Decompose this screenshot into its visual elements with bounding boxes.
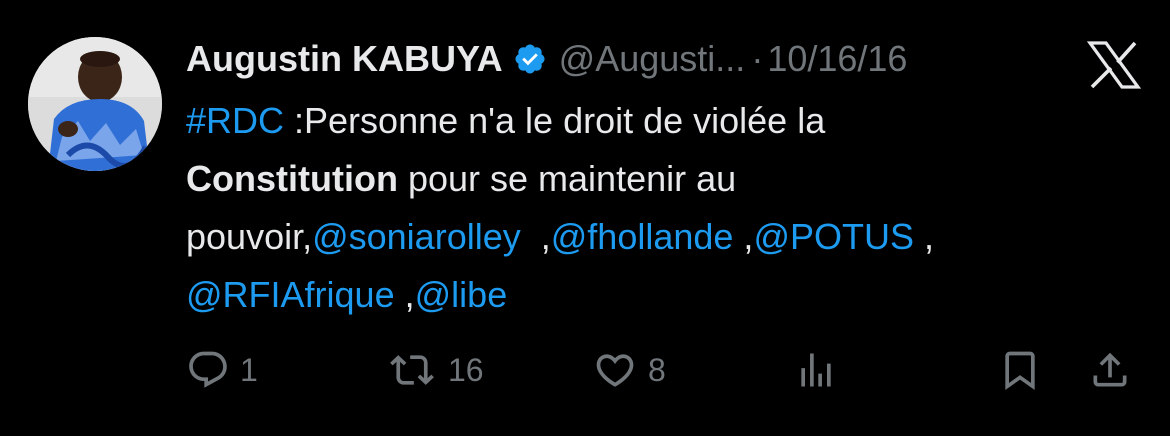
views-icon — [794, 348, 838, 392]
bold-text: Constitution — [186, 158, 398, 199]
avatar-photo — [28, 37, 162, 171]
like-button[interactable]: 8 — [592, 340, 666, 400]
author-name[interactable]: Augustin KABUYA — [186, 38, 503, 80]
retweet-count: 16 — [448, 351, 484, 388]
tweet-text: #RDC :Personne n'a le droit de violée la… — [186, 92, 1136, 324]
reply-count: 1 — [240, 351, 258, 388]
share-button[interactable] — [1088, 340, 1132, 400]
mention-link[interactable]: @POTUS — [753, 216, 914, 257]
author-handle[interactable]: @Augusti... — [559, 38, 746, 80]
retweet-icon — [386, 348, 438, 392]
tweet-actions: 1 16 8 — [0, 340, 1170, 400]
share-icon — [1088, 348, 1132, 392]
text-segment: , — [733, 216, 754, 257]
hashtag-link[interactable]: #RDC — [186, 100, 284, 141]
reply-button[interactable]: 1 — [186, 340, 258, 400]
mention-link[interactable]: @RFIAfrique — [186, 274, 395, 315]
text-segment: :Personne n'a le droit de violée la — [284, 100, 826, 141]
x-logo-icon[interactable] — [1086, 40, 1142, 90]
like-count: 8 — [648, 351, 666, 388]
verified-badge-icon — [513, 42, 547, 76]
tweet-line-3: pouvoir,@soniarolley ,@fhollande ,@POTUS… — [186, 208, 1136, 266]
separator-dot: · — [751, 38, 764, 79]
text-segment: , — [520, 216, 551, 257]
tweet-line-2: Constitution pour se maintenir au — [186, 150, 1136, 208]
text-segment: , — [914, 216, 935, 257]
text-segment: pouvoir, — [186, 216, 313, 257]
bookmark-icon — [998, 348, 1042, 392]
text-segment: , — [394, 274, 415, 315]
tweet-date[interactable]: 10/16/16 — [767, 38, 907, 80]
tweet-header: Augustin KABUYA @Augusti... · 10/16/16 — [186, 34, 907, 84]
retweet-button[interactable]: 16 — [386, 340, 484, 400]
bookmark-button[interactable] — [998, 340, 1042, 400]
reply-icon — [186, 348, 230, 392]
tweet-line-4: @RFIAfrique ,@libe — [186, 266, 1136, 324]
tweet-card[interactable]: Augustin KABUYA @Augusti... · 10/16/16 #… — [0, 0, 1170, 436]
mention-link[interactable]: @fhollande — [551, 216, 734, 257]
views-button[interactable] — [794, 340, 838, 400]
heart-icon — [592, 348, 638, 392]
mention-link[interactable]: @soniarolley — [312, 216, 521, 257]
text-segment: pour se maintenir au — [397, 158, 737, 199]
mention-link[interactable]: @libe — [415, 274, 508, 315]
tweet-line-1: #RDC :Personne n'a le droit de violée la — [186, 92, 1136, 150]
avatar[interactable] — [28, 37, 162, 171]
